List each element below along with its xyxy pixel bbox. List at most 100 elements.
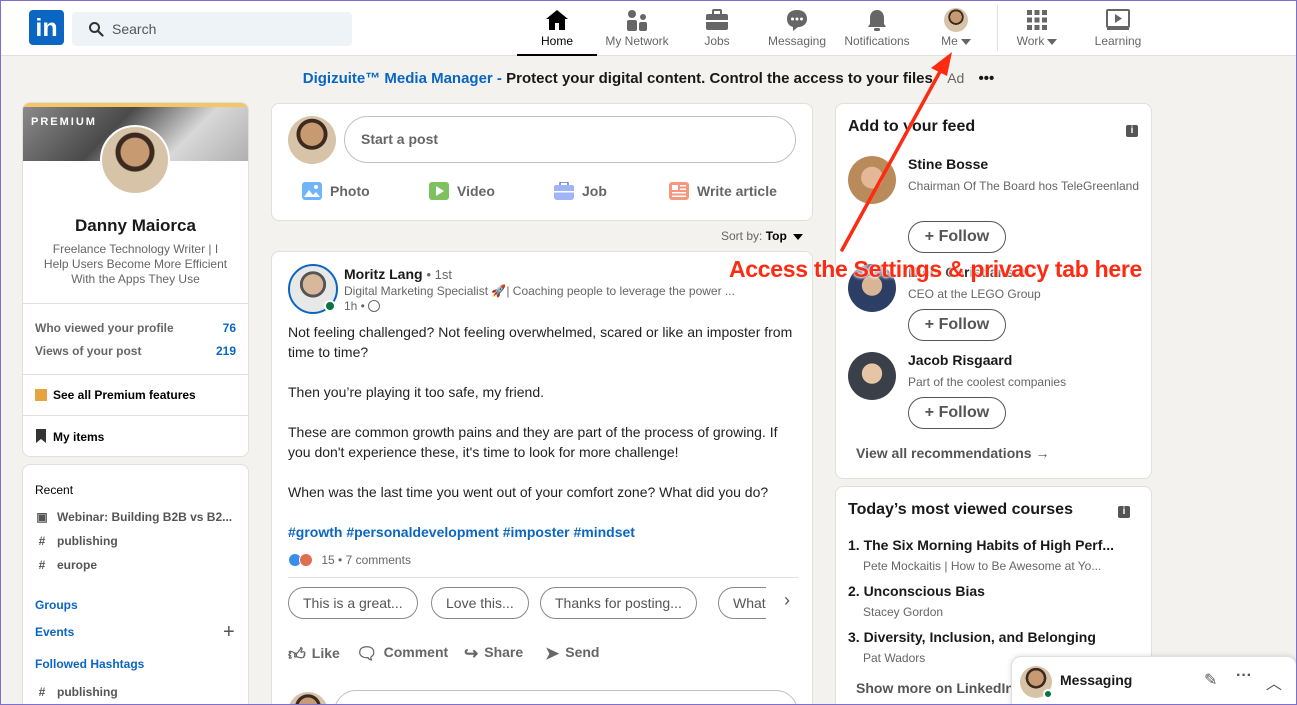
suggestion-headline: Chairman Of The Board hos TeleGreenland: [908, 179, 1140, 193]
follow-button[interactable]: + Follow: [908, 309, 1006, 341]
suggested-comment-chip[interactable]: Love this...: [431, 587, 529, 619]
divider: [23, 374, 248, 375]
course-item[interactable]: 2. Unconscious Bias Stacey Gordon: [848, 583, 1138, 619]
write-article-button[interactable]: Write article: [669, 182, 777, 200]
followed-hashtag-item[interactable]: # publishing: [35, 685, 118, 699]
my-items-link[interactable]: My items: [35, 429, 104, 444]
suggested-comment-chip[interactable]: Thanks for posting...: [540, 587, 697, 619]
recent-title: Recent: [35, 483, 74, 497]
stat-post-views[interactable]: Views of your post 219: [35, 344, 236, 358]
nav-messaging-label: Messaging: [767, 34, 827, 48]
start-post-button[interactable]: Start a post: [344, 116, 796, 163]
send-icon: ➤: [545, 644, 560, 663]
suggestion-avatar[interactable]: [848, 156, 896, 204]
info-icon[interactable]: i: [1118, 506, 1130, 518]
comment-button[interactable]: 🗨︎ Comment: [356, 644, 448, 664]
courses-title: Today’s most viewed courses: [848, 501, 1073, 518]
recent-card: Recent ▣ Webinar: Building B2B vs B2... #…: [22, 464, 249, 705]
profile-name[interactable]: Danny Maiorca: [23, 216, 248, 236]
suggested-comment-chip[interactable]: This is a great...: [288, 587, 418, 619]
article-icon: [669, 182, 689, 200]
user-avatar[interactable]: [288, 116, 336, 164]
chevron-down-icon: [793, 233, 804, 240]
nav-me[interactable]: Me: [928, 0, 984, 56]
compose-icon[interactable]: ✎: [1204, 670, 1217, 690]
recent-item[interactable]: # publishing: [35, 534, 118, 548]
profile-avatar[interactable]: [100, 125, 170, 195]
job-button[interactable]: Job: [554, 182, 607, 200]
course-title: 2. Unconscious Bias: [848, 583, 985, 599]
nav-notifications-label: Notifications: [844, 34, 910, 48]
recent-item[interactable]: # europe: [35, 558, 97, 572]
info-icon[interactable]: i: [1126, 125, 1138, 137]
messaging-label: Messaging: [1060, 672, 1133, 688]
nav-notifications[interactable]: Notifications: [839, 0, 915, 56]
search-bar[interactable]: [72, 12, 352, 46]
more-options-icon[interactable]: ···: [1236, 667, 1252, 685]
ad-menu-icon[interactable]: •••: [978, 70, 994, 87]
events-link[interactable]: Events: [35, 625, 74, 639]
ad-text: Protect your digital content. Control th…: [506, 70, 938, 87]
suggested-comment-chip[interactable]: What...: [718, 587, 766, 619]
thumbs-up-icon: 👍︎: [288, 645, 306, 664]
recent-item[interactable]: ▣ Webinar: Building B2B vs B2...: [35, 510, 232, 524]
chevron-right-icon[interactable]: ›: [784, 590, 790, 611]
comment-avatar: [288, 692, 328, 705]
follow-button[interactable]: + Follow: [908, 221, 1006, 253]
course-item[interactable]: 1. The Six Morning Habits of High Perf..…: [848, 537, 1138, 573]
nav-home[interactable]: Home: [517, 0, 597, 56]
nav-messaging[interactable]: Messaging: [762, 0, 832, 56]
messaging-overlay[interactable]: Messaging ✎ ··· ︿: [1011, 656, 1297, 705]
suggestion-headline: Part of the coolest companies: [908, 375, 1067, 389]
share-box: Start a post Photo Video Job Write artic…: [271, 103, 813, 221]
nav-learning[interactable]: Learning: [1085, 0, 1151, 56]
stat-value: 219: [215, 344, 236, 358]
suggestion-name[interactable]: Stine Bosse: [908, 156, 988, 172]
follow-button[interactable]: + Follow: [908, 397, 1006, 429]
nav-jobs[interactable]: Jobs: [685, 0, 749, 56]
course-title: 3. Diversity, Inclusion, and Belonging: [848, 629, 1096, 645]
divider: [23, 303, 248, 304]
suggested-comments: This is a great... Love this... Thanks f…: [288, 252, 766, 652]
suggestion-name[interactable]: Jacob Risgaard: [908, 352, 1012, 368]
bookmark-icon: [36, 429, 46, 443]
view-all-recommendations-link[interactable]: View all recommendations →: [856, 445, 1049, 461]
course-author: Stacey Gordon: [863, 605, 944, 619]
comment-input[interactable]: [334, 690, 798, 705]
stat-profile-views[interactable]: Who viewed your profile 76: [35, 321, 236, 335]
premium-features-link[interactable]: See all Premium features: [35, 388, 196, 402]
online-status-icon: [1043, 689, 1053, 699]
share-icon: ↪: [464, 644, 479, 663]
share-button[interactable]: ↪ Share: [464, 644, 523, 664]
sort-by-dropdown[interactable]: Sort by: Top: [721, 229, 804, 243]
chevron-down-icon: [1047, 38, 1058, 45]
ad-banner[interactable]: Digizuite™ Media Manager - Protect your …: [0, 70, 1297, 87]
video-icon: [429, 182, 449, 200]
nav-my-network[interactable]: My Network: [599, 0, 675, 56]
premium-label: PREMIUM: [31, 116, 97, 128]
followed-hashtags-link[interactable]: Followed Hashtags: [35, 657, 144, 671]
nav-work[interactable]: Work: [1006, 0, 1068, 56]
groups-link[interactable]: Groups: [35, 598, 78, 612]
linkedin-logo-icon[interactable]: in: [29, 10, 64, 45]
hashtag-icon: #: [38, 558, 46, 572]
nav-jobs-label: Jobs: [704, 34, 730, 48]
add-event-icon[interactable]: +: [223, 621, 235, 644]
suggestion-avatar[interactable]: [848, 352, 896, 400]
photo-icon: [302, 182, 322, 200]
add-to-feed-title: Add to your feed: [848, 118, 976, 135]
nav-me-label: Me: [928, 34, 984, 48]
video-button[interactable]: Video: [429, 182, 495, 200]
comment-icon: 🗨︎: [356, 644, 378, 663]
course-author: Pete Mockaitis | How to Be Awesome at Yo…: [863, 559, 1102, 573]
search-input[interactable]: [112, 12, 342, 46]
premium-icon: [35, 389, 47, 401]
photo-button[interactable]: Photo: [302, 182, 370, 200]
briefcase-icon: [706, 9, 728, 30]
send-button[interactable]: ➤ Send: [545, 644, 599, 664]
like-button[interactable]: 👍︎ Like: [288, 644, 340, 665]
profile-card: PREMIUM Danny Maiorca Freelance Technolo…: [22, 102, 249, 457]
ad-brand[interactable]: Digizuite™ Media Manager -: [303, 70, 502, 87]
nav-learning-label: Learning: [1094, 34, 1142, 48]
chevron-up-icon[interactable]: ︿: [1266, 670, 1282, 694]
